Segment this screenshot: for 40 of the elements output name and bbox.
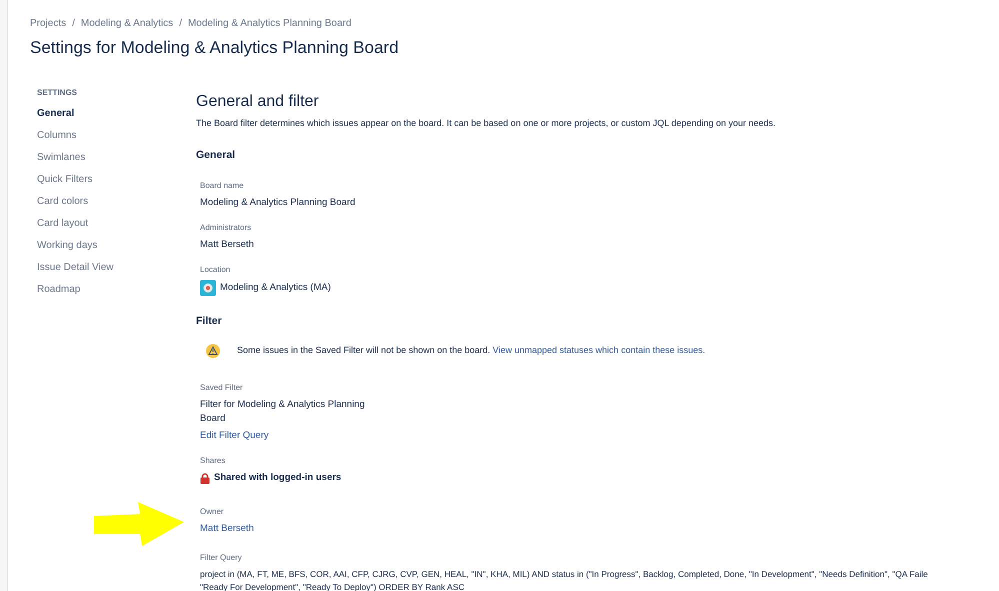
field-label: Saved Filter (200, 382, 243, 394)
sidebar-item[interactable]: Roadmap (37, 282, 80, 296)
breadcrumb-link[interactable]: Projects (30, 16, 66, 31)
field-label: Administrators (200, 222, 252, 234)
breadcrumb-separator: / (72, 17, 75, 31)
edit-filter-query-link[interactable]: Edit Filter Query (200, 429, 269, 444)
sidebar-item[interactable]: Issue Detail View (37, 260, 114, 274)
field-value: Matt Berseth (200, 238, 254, 252)
description-text: The Board filter determines which issues appear on the board. It can be based on one or more projects, or custom JQL depending on your needs. (196, 116, 776, 130)
breadcrumb-link[interactable]: Modeling & Analytics (80, 16, 174, 31)
field-label: Owner (200, 506, 224, 518)
sidebar-item[interactable]: Quick Filters (37, 172, 93, 186)
field-value: Modeling & Analytics (MA) (220, 281, 331, 296)
field-value: Filter for Modeling & Analytics Planning Board (200, 398, 366, 426)
sidebar-item[interactable]: General (37, 106, 74, 120)
lock-icon (200, 472, 210, 484)
field-label: Board name (200, 180, 244, 192)
warning-icon (206, 344, 220, 358)
field-value: Modeling & Analytics Planning Board (200, 196, 356, 210)
breadcrumb-separator: / (179, 17, 182, 31)
subsection-heading: Filter (196, 314, 222, 330)
section-title: General and filter (196, 92, 319, 112)
sidebar-heading: SETTINGS (37, 86, 78, 98)
sidebar-item[interactable]: Working days (37, 238, 98, 252)
unmapped-statuses-link[interactable]: View unmapped statuses which contain these issues. (492, 345, 706, 356)
sidebar-item[interactable]: Columns (37, 128, 76, 142)
owner-link[interactable]: Matt Berseth (200, 522, 254, 536)
field-label: Filter Query (200, 552, 242, 564)
page-title: Settings for Modeling & Analytics Planning Board (30, 37, 399, 59)
warning-message: Some issues in the Saved Filter will not be shown on the board. View unmapped statuses which contain these issues. (237, 344, 706, 358)
sidebar-item[interactable]: Card layout (37, 216, 88, 230)
filter-query-text: project in (MA, FT, ME, BFS, COR, AAI, CFP, CJRG, CVP, GEN, HEAL, "IN", KHA, MIL) AND status in ("In Progress", Backlog, Completed, Done, "In Development", "Needs Definition", "QA Faile (200, 568, 928, 581)
project-avatar-icon (200, 280, 216, 296)
sidebar-item[interactable]: Card colors (37, 194, 88, 208)
subsection-heading: General (196, 148, 236, 163)
field-value: Shared with logged-in users (214, 471, 342, 486)
field-label: Shares (200, 455, 226, 468)
breadcrumb-link[interactable]: Modeling & Analytics Planning Board (188, 16, 352, 31)
field-label: Location (200, 264, 230, 276)
sidebar-item[interactable]: Swimlanes (37, 150, 86, 164)
